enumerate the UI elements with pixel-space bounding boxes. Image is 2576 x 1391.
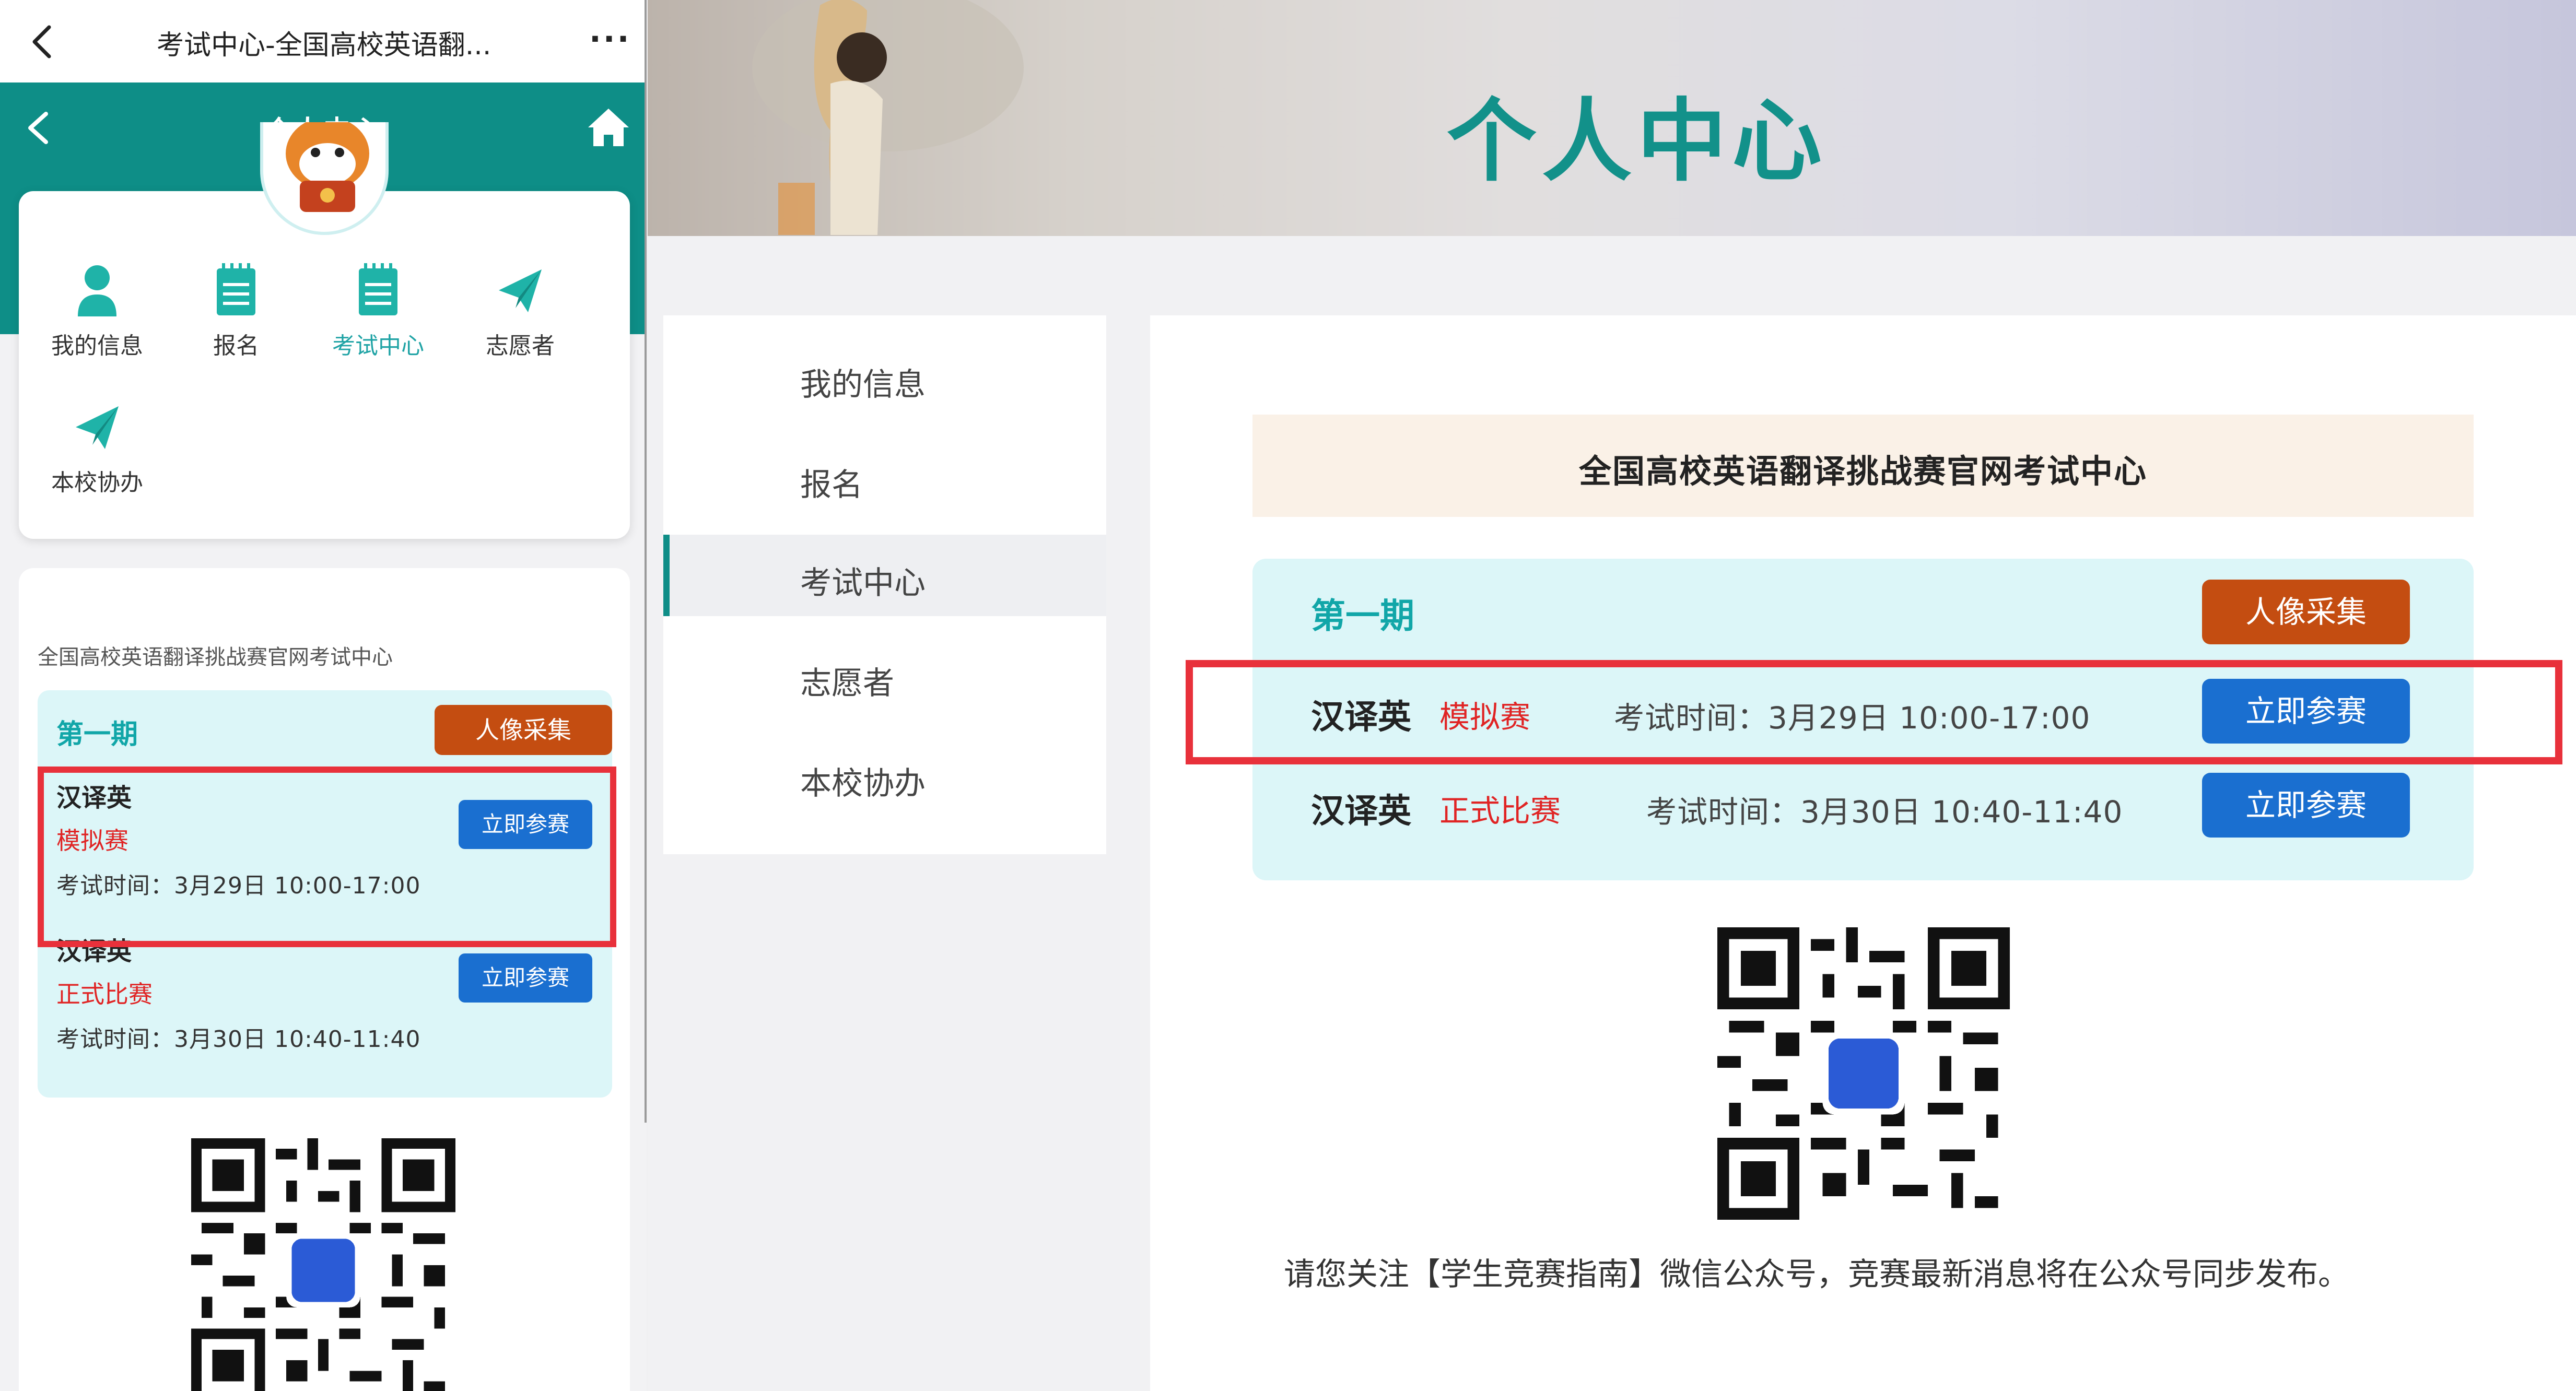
- exam-type-tag: 正式比赛: [1439, 793, 1561, 829]
- menu-item-co-organizer[interactable]: 本校协办: [34, 399, 160, 497]
- side-item-exam-center[interactable]: 考试中心: [663, 535, 1106, 616]
- join-exam-button[interactable]: 立即参赛: [2202, 773, 2410, 838]
- period-name: 第一期: [1311, 596, 1414, 636]
- side-item-my-info[interactable]: 我的信息: [663, 336, 1106, 418]
- exam-row-formal: 汉译英 正式比赛 考试时间：3月30日 10:40-11:40 立即参赛: [1311, 773, 2460, 838]
- more-options-icon[interactable]: ···: [589, 21, 631, 57]
- menu-item-label: 我的信息: [51, 333, 143, 359]
- photo-capture-button[interactable]: 人像采集: [435, 705, 612, 755]
- home-icon[interactable]: [586, 107, 631, 148]
- wechat-title-bar: 考试中心-全国高校英语翻... ···: [0, 0, 647, 82]
- qr-code: [1717, 927, 2010, 1220]
- side-item-register[interactable]: 报名: [663, 437, 1106, 518]
- menu-item-label: 考试中心: [332, 333, 424, 359]
- banner: 个人中心: [648, 0, 2576, 236]
- period-name: 第一期: [56, 719, 138, 750]
- side-item-label: 报名: [800, 467, 863, 503]
- exam-center-card: 全国高校英语翻译挑战赛官网考试中心 第一期 人像采集 汉译英 模拟赛 考试时间：…: [1150, 315, 2576, 1391]
- notepad-icon: [217, 263, 255, 315]
- highlight-box: [1186, 660, 2562, 764]
- photo-capture-button[interactable]: 人像采集: [2202, 580, 2410, 644]
- side-item-label: 考试中心: [800, 565, 926, 602]
- side-item-label: 我的信息: [800, 367, 926, 403]
- exam-center-title: 全国高校英语翻译挑战赛官网考试中心: [38, 645, 393, 669]
- menu-item-label: 报名: [213, 333, 259, 359]
- paper-plane-icon: [499, 269, 542, 312]
- exam-center-header: 全国高校英语翻译挑战赛官网考试中心: [1252, 415, 2474, 517]
- join-exam-button[interactable]: 立即参赛: [459, 953, 592, 1003]
- menu-item-register[interactable]: 报名: [173, 262, 299, 360]
- side-item-co-organizer[interactable]: 本校协办: [663, 735, 1106, 817]
- exam-center-title: 全国高校英语翻译挑战赛官网考试中心: [1578, 452, 2147, 490]
- exam-time: 考试时间：3月30日 10:40-11:40: [1646, 794, 2123, 830]
- screenshot-root: 考试中心-全国高校英语翻... ··· 个人中心 我的信息: [0, 0, 2576, 1391]
- banner-title: 个人中心: [1447, 89, 1827, 194]
- highlight-box: [38, 767, 616, 947]
- paper-plane-icon: [76, 406, 119, 449]
- back-chevron-icon[interactable]: [23, 21, 65, 63]
- mobile-menu-card: 我的信息 报名 考试中心 志愿者 本校协办: [19, 191, 630, 539]
- side-item-volunteer[interactable]: 志愿者: [663, 635, 1106, 716]
- dancer-photo: [752, 0, 1024, 235]
- wechat-page-title: 考试中心-全国高校英语翻...: [157, 30, 491, 61]
- mobile-view: 考试中心-全国高校英语翻... ··· 个人中心 我的信息: [0, 0, 647, 1391]
- qr-code: [191, 1138, 455, 1391]
- person-icon: [78, 265, 116, 316]
- notepad-icon: [359, 263, 397, 315]
- menu-item-label: 志愿者: [486, 333, 555, 359]
- menu-item-volunteer[interactable]: 志愿者: [458, 262, 583, 360]
- menu-item-exam-center[interactable]: 考试中心: [315, 262, 441, 360]
- exam-type-tag: 正式比赛: [56, 980, 153, 1008]
- exam-item-formal: 汉译英 正式比赛 考试时间：3月30日 10:40-11:40 立即参赛: [56, 930, 600, 1071]
- side-item-label: 本校协办: [800, 765, 926, 802]
- side-menu: 我的信息 报名 考试中心 志愿者 本校协办: [663, 315, 1106, 854]
- exam-name: 汉译英: [1311, 792, 1411, 831]
- scrollbar[interactable]: [645, 0, 647, 1123]
- footer-note: 请您关注【学生竞赛指南】微信公众号，竞赛最新消息将在公众号同步发布。: [1284, 1256, 2349, 1293]
- side-item-label: 志愿者: [800, 665, 894, 702]
- menu-item-label: 本校协办: [51, 469, 143, 496]
- exam-time: 考试时间：3月30日 10:40-11:40: [56, 1026, 421, 1053]
- menu-item-my-info[interactable]: 我的信息: [34, 262, 160, 360]
